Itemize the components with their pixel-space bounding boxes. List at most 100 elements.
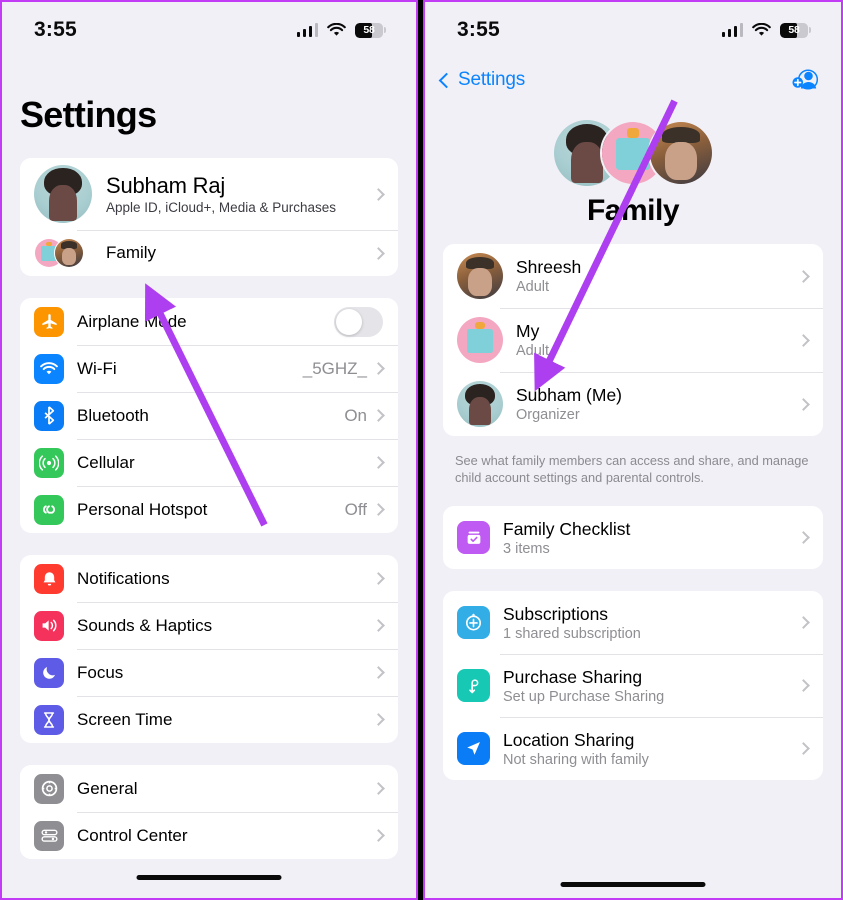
member-role: Adult (516, 343, 550, 359)
avatar (34, 165, 92, 223)
airplane-icon (34, 306, 64, 337)
status-clock: 3:55 (457, 18, 500, 41)
row-subscriptions[interactable]: Subscriptions 1 shared subscription (443, 591, 823, 654)
row-label: Screen Time (77, 709, 173, 729)
navigation-bar: Settings (425, 58, 841, 102)
settings-row-screen-time[interactable]: Screen Time (20, 696, 398, 743)
row-title: Subscriptions (503, 603, 609, 624)
subscriptions-icon (457, 606, 490, 640)
row-label: Notifications (77, 568, 170, 588)
settings-row-control-center[interactable]: Control Center (20, 812, 398, 859)
settings-row-wifi[interactable]: Wi-Fi _5GHZ_ (20, 345, 398, 392)
chevron-right-icon (372, 409, 385, 422)
member-role: Adult (516, 279, 550, 295)
member-row-shreesh[interactable]: Shreesh Adult (443, 244, 823, 308)
status-bar: 3:55 58 (425, 2, 841, 58)
settings-row-airplane-mode[interactable]: Airplane Mode (20, 298, 398, 345)
battery-indicator: 58 (355, 22, 386, 38)
chevron-right-icon (797, 333, 810, 347)
battery-percent: 58 (788, 24, 800, 36)
row-title: Purchase Sharing (503, 666, 643, 687)
row-label: Personal Hotspot (77, 499, 208, 519)
chevron-left-icon (438, 72, 455, 88)
member-name: My (516, 321, 540, 341)
right-phone-screen: 3:55 58 Settings Family Shreesh Adult My… (423, 0, 843, 900)
chevron-right-icon (372, 362, 385, 375)
member-name: Shreesh (516, 257, 582, 277)
battery-indicator: 58 (780, 22, 811, 38)
bell-icon (34, 563, 64, 594)
row-subtitle: Not sharing with family (503, 751, 649, 768)
chevron-right-icon (372, 456, 385, 469)
settings-row-cellular[interactable]: Cellular (20, 439, 398, 486)
row-title: Family Checklist (503, 518, 631, 539)
family-hero: Family (425, 102, 841, 244)
page-title: Family (586, 194, 680, 227)
row-label: Airplane Mode (77, 311, 187, 331)
cellular-bars-icon (721, 23, 743, 37)
settings-row-focus[interactable]: Focus (20, 649, 398, 696)
chevron-right-icon (797, 397, 810, 411)
speaker-icon (34, 610, 64, 641)
apple-id-row[interactable]: Subham Raj Apple ID, iCloud+, Media & Pu… (20, 158, 398, 230)
row-value: On (344, 405, 367, 425)
control-center-icon (34, 820, 64, 851)
settings-row-bluetooth[interactable]: Bluetooth On (20, 392, 398, 439)
account-subtitle: Apple ID, iCloud+, Media & Purchases (106, 200, 336, 215)
chevron-right-icon (372, 713, 385, 726)
add-person-icon[interactable] (791, 68, 819, 92)
family-avatars (34, 236, 92, 270)
row-label: Sounds & Haptics (77, 615, 213, 635)
left-phone-screen: 3:55 58 Settings Subham Raj Apple ID, iC… (0, 0, 418, 900)
row-label: Focus (77, 662, 124, 682)
location-icon (457, 732, 490, 766)
status-indicators: 58 (296, 22, 386, 38)
wifi-icon (327, 23, 346, 36)
chevron-right-icon (372, 829, 385, 842)
gear-icon (34, 773, 64, 804)
row-label: Cellular (77, 452, 135, 472)
hourglass-icon (34, 704, 64, 735)
home-indicator (136, 875, 282, 880)
member-row-my[interactable]: My Adult (443, 308, 823, 372)
chevron-right-icon (372, 503, 385, 516)
chevron-right-icon (797, 616, 810, 629)
chevron-right-icon (372, 187, 385, 201)
row-title: Location Sharing (503, 729, 635, 750)
chevron-right-icon (797, 742, 810, 755)
row-family-checklist[interactable]: Family Checklist 3 items (443, 506, 823, 569)
checklist-group: Family Checklist 3 items (443, 506, 823, 570)
member-row-subham[interactable]: Subham (Me) Organizer (443, 372, 823, 436)
chevron-right-icon (372, 572, 385, 585)
account-name: Subham Raj (106, 173, 226, 198)
settings-row-personal-hotspot[interactable]: Personal Hotspot Off (20, 486, 398, 533)
cellular-icon (34, 447, 64, 478)
row-value: _5GHZ_ (302, 358, 367, 378)
wifi-icon (34, 353, 64, 384)
row-purchase-sharing[interactable]: Purchase Sharing Set up Purchase Sharing (443, 654, 823, 717)
avatar (457, 317, 503, 363)
sidebar-item-family[interactable]: Family (20, 230, 398, 276)
checklist-icon (457, 521, 490, 555)
settings-row-general[interactable]: General (20, 765, 398, 812)
battery-percent: 58 (363, 24, 375, 36)
account-group: Subham Raj Apple ID, iCloud+, Media & Pu… (20, 158, 398, 276)
row-value: Off (344, 499, 367, 519)
chevron-right-icon (372, 666, 385, 679)
row-label: Wi-Fi (77, 358, 117, 378)
airplane-mode-toggle[interactable] (334, 306, 383, 337)
back-button[interactable]: Settings (438, 69, 526, 91)
chevron-right-icon (797, 679, 810, 692)
family-avatar-cluster (548, 120, 718, 186)
avatar (457, 381, 503, 427)
row-location-sharing[interactable]: Location Sharing Not sharing with family (443, 717, 823, 780)
member-name: Subham (Me) (516, 385, 623, 405)
settings-row-notifications[interactable]: Notifications (20, 555, 398, 602)
screenshot-stage: 3:55 58 Settings Subham Raj Apple ID, iC… (0, 0, 843, 900)
row-subtitle: 1 shared subscription (503, 625, 641, 642)
row-label: General (77, 778, 138, 798)
row-label: Control Center (77, 825, 188, 845)
member-role: Organizer (516, 407, 580, 423)
settings-row-sounds-haptics[interactable]: Sounds & Haptics (20, 602, 398, 649)
back-label: Settings (458, 69, 526, 90)
